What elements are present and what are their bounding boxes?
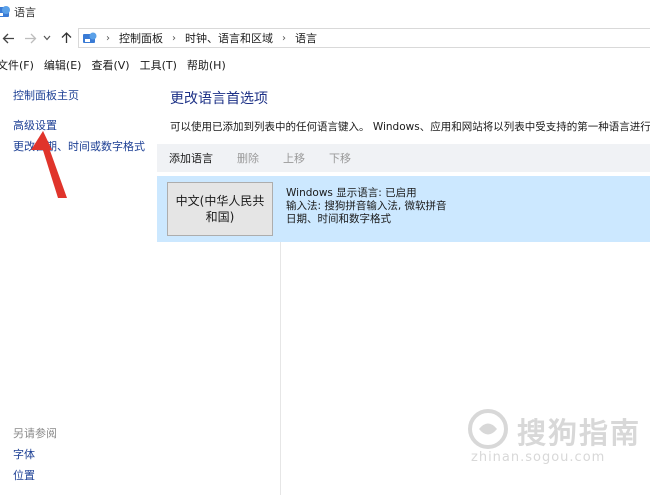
page-title: 更改语言首选项 (170, 91, 268, 107)
move-up-button[interactable]: 上移 (283, 150, 305, 166)
sidebar-link-location[interactable]: 位置 (13, 467, 35, 483)
address-bar[interactable]: › 控制面板 › 时钟、语言和区域 › 语言 (78, 28, 650, 48)
breadcrumb-separator-icon: › (106, 32, 110, 44)
language-info: Windows 显示语言: 已启用 输入法: 搜狗拼音输入法, 微软拼音 日期、… (286, 187, 447, 226)
language-input-methods: 输入法: 搜狗拼音输入法, 微软拼音 (286, 200, 447, 212)
list-divider (280, 242, 281, 495)
move-down-button[interactable]: 下移 (329, 150, 351, 166)
menu-view[interactable]: 查看(V) (91, 57, 129, 73)
breadcrumb-separator-icon: › (172, 32, 176, 44)
sidebar-link-advanced-settings[interactable]: 高级设置 (13, 117, 57, 133)
forward-arrow-icon[interactable] (22, 30, 38, 46)
language-display-status: Windows 显示语言: 已启用 (286, 187, 417, 199)
sidebar-link-control-panel-home[interactable]: 控制面板主页 (13, 87, 79, 103)
navigation-bar: › 控制面板 › 时钟、语言和区域 › 语言 (0, 27, 650, 51)
language-name-line2: 和国) (205, 210, 235, 224)
watermark-url: zhinan.sogou.com (471, 450, 606, 465)
menu-tools[interactable]: 工具(T) (140, 57, 177, 73)
back-arrow-icon[interactable] (0, 30, 16, 46)
language-list-item[interactable]: 中文(中华人民共 和国) Windows 显示语言: 已启用 输入法: 搜狗拼音… (157, 176, 650, 242)
see-also-heading: 另请参阅 (13, 427, 57, 440)
chevron-down-icon[interactable] (42, 30, 52, 46)
control-panel-icon (83, 32, 97, 43)
title-bar: 语言 (0, 0, 650, 24)
breadcrumb-control-panel[interactable]: 控制面板 (119, 30, 163, 46)
page-description: 可以使用已添加到列表中的任何语言键入。 Windows、应用和网站将以列表中受支… (170, 121, 650, 133)
sogou-logo-icon (468, 409, 508, 449)
sidebar: 控制面板主页 高级设置 更改日期、时间或数字格式 另请参阅 字体 位置 (0, 80, 155, 495)
remove-language-button[interactable]: 删除 (237, 150, 259, 166)
breadcrumb-clock-language-region[interactable]: 时钟、语言和区域 (185, 30, 273, 46)
watermark: 搜狗指南 zhinan.sogou.com (467, 402, 647, 472)
sidebar-link-fonts[interactable]: 字体 (13, 446, 35, 462)
window-title: 语言 (14, 6, 36, 19)
menu-file[interactable]: 文件(F) (0, 57, 34, 73)
language-name-line1: 中文(中华人民共 (175, 194, 265, 208)
control-panel-icon (0, 6, 10, 17)
menu-help[interactable]: 帮助(H) (187, 57, 226, 73)
language-format-info: 日期、时间和数字格式 (286, 213, 391, 225)
menu-edit[interactable]: 编辑(E) (44, 57, 82, 73)
language-name-tile[interactable]: 中文(中华人民共 和国) (167, 182, 273, 236)
watermark-name: 搜狗指南 (517, 416, 642, 450)
language-toolbar: 添加语言 删除 上移 下移 (157, 144, 650, 172)
menu-bar: 文件(F) 编辑(E) 查看(V) 工具(T) 帮助(H) (0, 56, 650, 74)
breadcrumb-language[interactable]: 语言 (295, 30, 317, 46)
sidebar-link-change-date-time-format[interactable]: 更改日期、时间或数字格式 (13, 138, 145, 154)
breadcrumb-separator-icon: › (282, 32, 286, 44)
add-language-button[interactable]: 添加语言 (169, 150, 213, 166)
up-arrow-icon[interactable] (58, 30, 74, 46)
